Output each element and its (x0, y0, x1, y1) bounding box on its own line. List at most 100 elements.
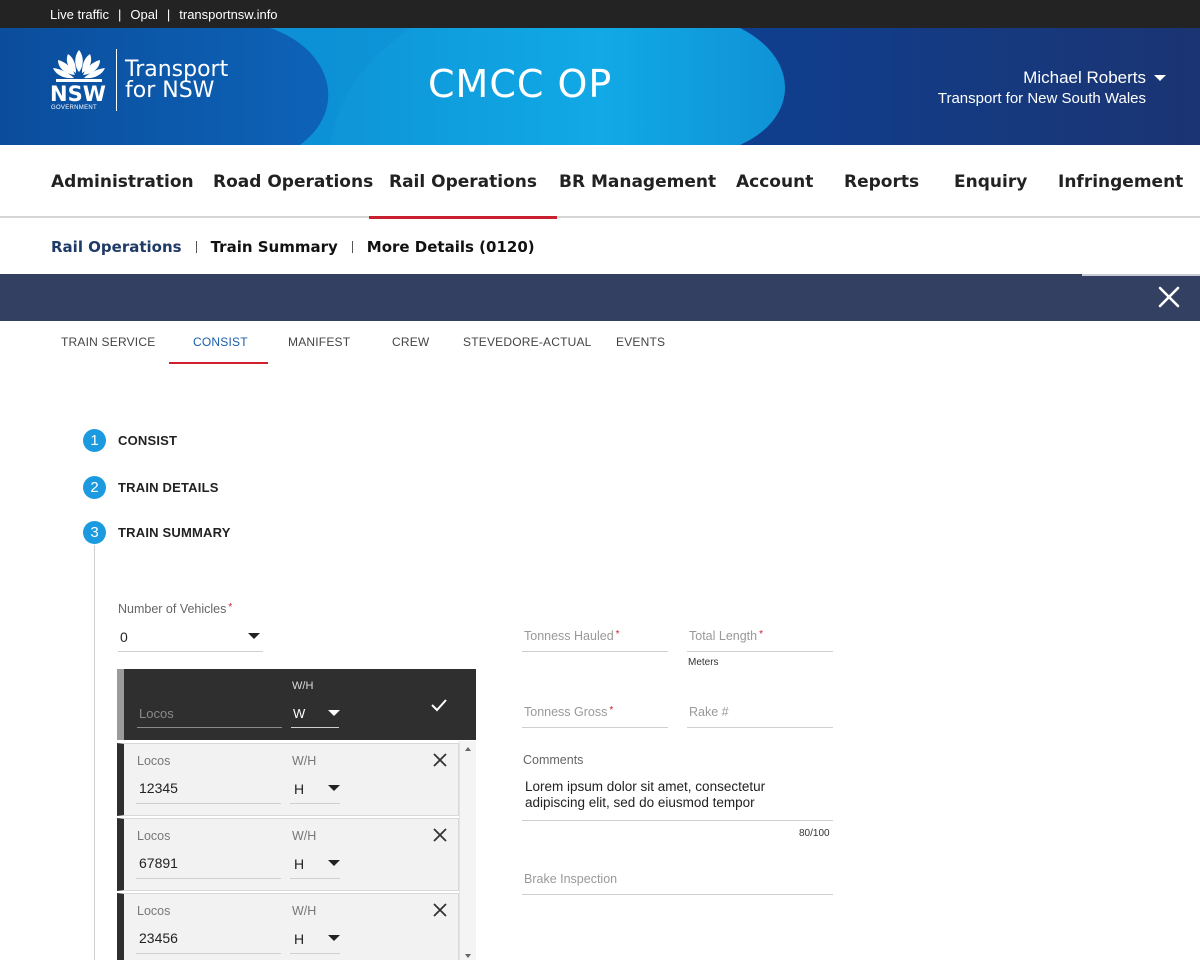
live-traffic-link[interactable]: Live traffic (50, 7, 109, 22)
logo-nsw-text: NSW (50, 82, 106, 106)
nav-br-management[interactable]: BR Management (559, 145, 716, 218)
wh-underline (290, 878, 340, 879)
brake-inspection-field[interactable]: Brake Inspection (524, 872, 617, 886)
tab-stevedore-actual[interactable]: STEVEDORE-ACTUAL (463, 335, 592, 349)
step-consist[interactable]: 1 CONSIST (83, 429, 177, 452)
user-organisation: Transport for New South Wales (937, 90, 1146, 107)
wh-select-underline (291, 727, 339, 728)
chevron-down-icon[interactable] (328, 785, 340, 791)
tonness-gross-placeholder: Tonness Gross (524, 705, 608, 719)
locos-value[interactable]: 12345 (139, 780, 178, 796)
tab-consist[interactable]: CONSIST (193, 335, 248, 349)
logo-divider (116, 49, 117, 111)
header-banner: NSW GOVERNMENT Transport for NSW CMCC OP… (0, 28, 1200, 145)
comments-underline (522, 820, 833, 821)
wh-select-value[interactable]: H (294, 931, 304, 947)
chevron-down-icon[interactable] (1154, 75, 1166, 81)
loco-list-scrollbar[interactable] (459, 741, 476, 960)
scroll-down-icon[interactable] (465, 954, 471, 958)
nav-account[interactable]: Account (736, 145, 813, 218)
step-label: TRAIN DETAILS (118, 480, 219, 495)
vehicles-label-text: Number of Vehicles (118, 602, 227, 616)
rake-underline (687, 727, 833, 728)
nsw-logo[interactable]: NSW GOVERNMENT Transport for NSW (50, 48, 228, 112)
nav-rail-operations[interactable]: Rail Operations (369, 145, 557, 219)
loco-card: Locos 67891 W/H H (117, 818, 459, 891)
chevron-down-icon[interactable] (328, 710, 340, 716)
opal-link[interactable]: Opal (130, 7, 157, 22)
nav-road-operations[interactable]: Road Operations (213, 145, 373, 218)
stepper-connector-line (94, 545, 95, 960)
tonness-hauled-field[interactable]: Tonness Hauled * (524, 629, 620, 643)
step-train-summary[interactable]: 3 TRAIN SUMMARY (83, 521, 231, 544)
tab-train-service[interactable]: TRAIN SERVICE (61, 335, 155, 349)
locos-value[interactable]: 23456 (139, 930, 178, 946)
breadcrumb-separator (351, 241, 353, 253)
locos-value[interactable]: 67891 (139, 855, 178, 871)
waratah-logo-mark: NSW GOVERNMENT (50, 48, 108, 112)
tab-events[interactable]: EVENTS (616, 335, 665, 349)
locos-underline (136, 953, 281, 954)
remove-icon[interactable] (432, 752, 448, 768)
rake-field[interactable]: Rake # (689, 705, 729, 719)
utility-bar: Live traffic | Opal | transportnsw.info (0, 0, 1200, 28)
nav-enquiry[interactable]: Enquiry (954, 145, 1027, 218)
locos-label: Locos (137, 829, 171, 843)
total-length-field[interactable]: Total Length * (689, 629, 763, 643)
required-mark: * (609, 705, 614, 716)
tonness-hauled-underline (522, 651, 668, 652)
comments-textarea[interactable]: Lorem ipsum dolor sit amet, consectetur … (525, 779, 825, 811)
breadcrumb-rail-operations[interactable]: Rail Operations (51, 238, 182, 256)
details-header-band (0, 274, 1200, 321)
chevron-down-icon[interactable] (328, 935, 340, 941)
breadcrumb-separator (195, 241, 197, 253)
vehicles-select-value[interactable]: 0 (120, 629, 128, 645)
nav-reports[interactable]: Reports (844, 145, 919, 218)
nav-administration[interactable]: Administration (51, 145, 194, 218)
scroll-up-icon[interactable] (465, 747, 471, 751)
chevron-down-icon[interactable] (248, 633, 260, 639)
transportnsw-link[interactable]: transportnsw.info (179, 7, 277, 22)
chevron-down-icon[interactable] (328, 860, 340, 866)
app-title: CMCC OP (428, 62, 613, 106)
detail-tabs: TRAIN SERVICE CONSIST MANIFEST CREW STEV… (0, 321, 1200, 365)
check-icon[interactable] (430, 698, 448, 712)
logo-line-1: Transport (125, 57, 229, 82)
step-number: 2 (83, 476, 106, 499)
locos-input-placeholder[interactable]: Locos (139, 706, 174, 721)
user-name-row[interactable]: Michael Roberts (938, 68, 1166, 88)
locos-label: Locos (137, 754, 171, 768)
tonness-hauled-placeholder: Tonness Hauled (524, 629, 614, 643)
step-train-details[interactable]: 2 TRAIN DETAILS (83, 476, 219, 499)
remove-icon[interactable] (432, 902, 448, 918)
locos-label: Locos (137, 904, 171, 918)
user-menu[interactable]: Michael Roberts Transport for New South … (937, 68, 1166, 107)
close-icon[interactable] (1156, 284, 1182, 310)
remove-icon[interactable] (432, 827, 448, 843)
row-stripe (117, 669, 124, 740)
step-number: 1 (83, 429, 106, 452)
nav-infringement[interactable]: Infringement (1058, 145, 1183, 218)
new-loco-row: W/H Locos W (117, 669, 476, 740)
logo-line-2: for NSW (125, 78, 215, 103)
wh-label: W/H (292, 904, 317, 918)
breadcrumb-train-summary[interactable]: Train Summary (211, 238, 338, 256)
breadcrumb: Rail Operations Train Summary More Detai… (51, 238, 535, 256)
comments-char-count: 80/100 (799, 828, 830, 839)
tonness-gross-field[interactable]: Tonness Gross * (524, 705, 613, 719)
loco-card: Locos 12345 W/H H (117, 743, 459, 816)
user-name: Michael Roberts (1023, 68, 1146, 87)
wh-select-value[interactable]: W (293, 706, 305, 721)
required-mark: * (228, 602, 233, 613)
wh-select-value[interactable]: H (294, 781, 304, 797)
tab-manifest[interactable]: MANIFEST (288, 335, 350, 349)
required-mark: * (759, 629, 764, 640)
comments-label: Comments (523, 753, 584, 767)
wh-label: W/H (292, 754, 317, 768)
locos-underline (136, 878, 281, 879)
locos-input-underline (137, 727, 282, 728)
utility-separator: | (118, 6, 122, 22)
tab-crew[interactable]: CREW (392, 335, 429, 349)
utility-separator: | (166, 6, 171, 22)
wh-select-value[interactable]: H (294, 856, 304, 872)
